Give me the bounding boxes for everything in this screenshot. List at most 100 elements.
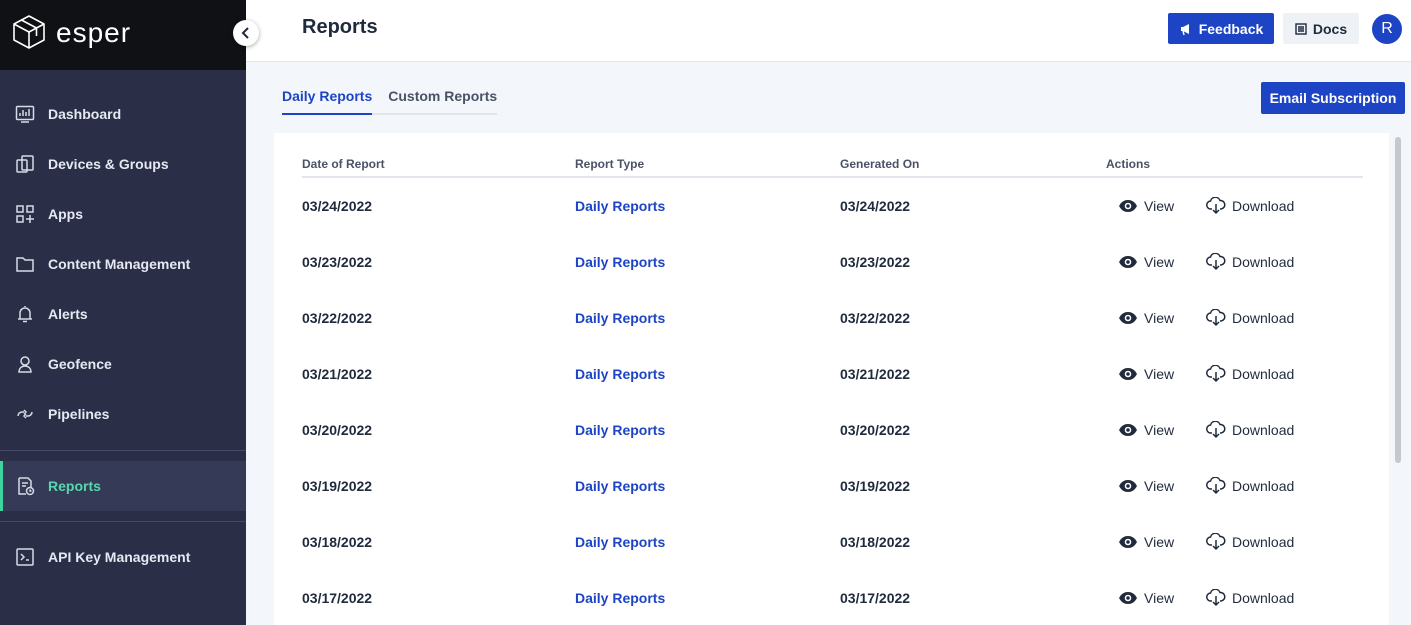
download-button[interactable]: Download xyxy=(1206,420,1294,440)
report-type-link[interactable]: Daily Reports xyxy=(575,588,665,608)
report-date: 03/17/2022 xyxy=(302,590,373,606)
report-tabs: Daily Reports Custom Reports xyxy=(282,88,498,115)
top-header: Reports Feedback Docs R xyxy=(246,0,1411,62)
eye-icon xyxy=(1119,536,1137,548)
sidebar-item-dashboard[interactable]: Dashboard xyxy=(0,89,246,139)
eye-icon xyxy=(1119,592,1137,604)
cloud-download-icon xyxy=(1206,589,1226,607)
table-row: 03/17/2022 Daily Reports 03/17/2022 View Dow… xyxy=(0,588,1411,625)
report-type-link[interactable]: Daily Reports xyxy=(575,476,665,496)
table-row: 03/19/2022 Daily Reports 03/19/2022 View Dow… xyxy=(0,476,1411,532)
view-label: View xyxy=(1144,366,1175,382)
column-header-actions: Actions xyxy=(1106,157,1151,171)
view-label: View xyxy=(1144,534,1175,550)
table-row: 03/21/2022 Daily Reports 03/21/2022 View Dow… xyxy=(0,364,1411,420)
generated-on: 03/22/2022 xyxy=(840,310,911,326)
report-date: 03/21/2022 xyxy=(302,366,373,382)
devices-icon xyxy=(14,153,36,175)
sidebar-item-label: Dashboard xyxy=(48,106,122,122)
cloud-download-icon xyxy=(1206,533,1226,551)
report-type-link[interactable]: Daily Reports xyxy=(575,532,665,552)
column-header-date: Date of Report xyxy=(302,157,385,171)
download-button[interactable]: Download xyxy=(1206,364,1294,384)
brand-name: esper xyxy=(56,17,132,48)
generated-on: 03/18/2022 xyxy=(840,534,911,550)
table-row: 03/20/2022 Daily Reports 03/20/2022 View Dow… xyxy=(0,420,1411,476)
dashboard-icon xyxy=(14,103,36,125)
view-label: View xyxy=(1144,310,1175,326)
header-divider xyxy=(302,176,1363,178)
page-title: Reports xyxy=(302,16,378,38)
chevron-left-icon xyxy=(241,27,249,39)
docs-button[interactable]: Docs xyxy=(1283,13,1359,44)
eye-icon xyxy=(1119,200,1137,212)
view-label: View xyxy=(1144,422,1175,438)
view-label: View xyxy=(1144,590,1175,606)
table-row: 03/18/2022 Daily Reports 03/18/2022 View Dow… xyxy=(0,532,1411,588)
view-button[interactable]: View xyxy=(1118,476,1174,496)
sidebar-item-label: Devices & Groups xyxy=(48,156,169,172)
cloud-download-icon xyxy=(1206,477,1226,495)
cloud-download-icon xyxy=(1206,197,1226,215)
download-button[interactable]: Download xyxy=(1206,588,1294,608)
sidebar-item-devices[interactable]: Devices & Groups xyxy=(0,139,246,189)
report-date: 03/22/2022 xyxy=(302,310,373,326)
view-button[interactable]: View xyxy=(1118,420,1174,440)
download-label: Download xyxy=(1232,366,1295,382)
download-label: Download xyxy=(1232,198,1295,214)
column-header-type: Report Type xyxy=(575,157,645,171)
view-label: View xyxy=(1144,254,1175,270)
eye-icon xyxy=(1119,424,1137,436)
download-button[interactable]: Download xyxy=(1206,532,1294,552)
report-type-link[interactable]: Daily Reports xyxy=(575,420,665,440)
view-button[interactable]: View xyxy=(1118,196,1174,216)
collapse-sidebar-button[interactable] xyxy=(233,20,259,46)
report-type-link[interactable]: Daily Reports xyxy=(575,252,665,272)
view-button[interactable]: View xyxy=(1118,588,1174,608)
download-label: Download xyxy=(1232,422,1295,438)
generated-on: 03/23/2022 xyxy=(840,254,911,270)
download-button[interactable]: Download xyxy=(1206,252,1294,272)
brand-bar: esper xyxy=(0,0,246,70)
download-button[interactable]: Download xyxy=(1206,308,1294,328)
eye-icon xyxy=(1119,312,1137,324)
megaphone-icon xyxy=(1180,23,1189,35)
generated-on: 03/24/2022 xyxy=(840,198,911,214)
user-avatar[interactable]: R xyxy=(1372,14,1402,44)
docs-label: Docs xyxy=(1312,20,1348,37)
report-date: 03/23/2022 xyxy=(302,254,373,270)
report-date: 03/18/2022 xyxy=(302,534,373,550)
view-button[interactable]: View xyxy=(1118,532,1174,552)
eye-icon xyxy=(1119,480,1137,492)
feedback-button[interactable]: Feedback xyxy=(1168,13,1274,44)
generated-on: 03/17/2022 xyxy=(840,590,911,606)
download-button[interactable]: Download xyxy=(1206,476,1294,496)
cloud-download-icon xyxy=(1206,421,1226,439)
docs-icon xyxy=(1295,22,1307,35)
cloud-download-icon xyxy=(1206,253,1226,271)
email-subscription-button[interactable]: Email Subscription xyxy=(1261,82,1405,114)
cloud-download-icon xyxy=(1206,309,1226,327)
report-type-link[interactable]: Daily Reports xyxy=(575,196,665,216)
view-label: View xyxy=(1144,198,1175,214)
cloud-download-icon xyxy=(1206,365,1226,383)
table-row: 03/22/2022 Daily Reports 03/22/2022 View Dow… xyxy=(0,308,1411,364)
report-date: 03/20/2022 xyxy=(302,422,373,438)
feedback-label: Feedback xyxy=(1198,20,1264,37)
download-label: Download xyxy=(1232,310,1295,326)
eye-icon xyxy=(1119,368,1137,380)
download-label: Download xyxy=(1232,534,1295,550)
report-type-link[interactable]: Daily Reports xyxy=(575,308,665,328)
table-row: 03/23/2022 Daily Reports 03/23/2022 View Dow… xyxy=(0,252,1411,308)
view-button[interactable]: View xyxy=(1118,364,1174,384)
tab-daily-reports[interactable]: Daily Reports xyxy=(282,88,373,115)
download-button[interactable]: Download xyxy=(1206,196,1294,216)
esper-logo-icon xyxy=(13,15,45,49)
view-button[interactable]: View xyxy=(1118,252,1174,272)
tab-custom-reports[interactable]: Custom Reports xyxy=(388,88,497,113)
view-button[interactable]: View xyxy=(1118,308,1174,328)
report-type-link[interactable]: Daily Reports xyxy=(575,364,665,384)
download-label: Download xyxy=(1232,254,1295,270)
generated-on: 03/21/2022 xyxy=(840,366,911,382)
download-label: Download xyxy=(1232,590,1295,606)
